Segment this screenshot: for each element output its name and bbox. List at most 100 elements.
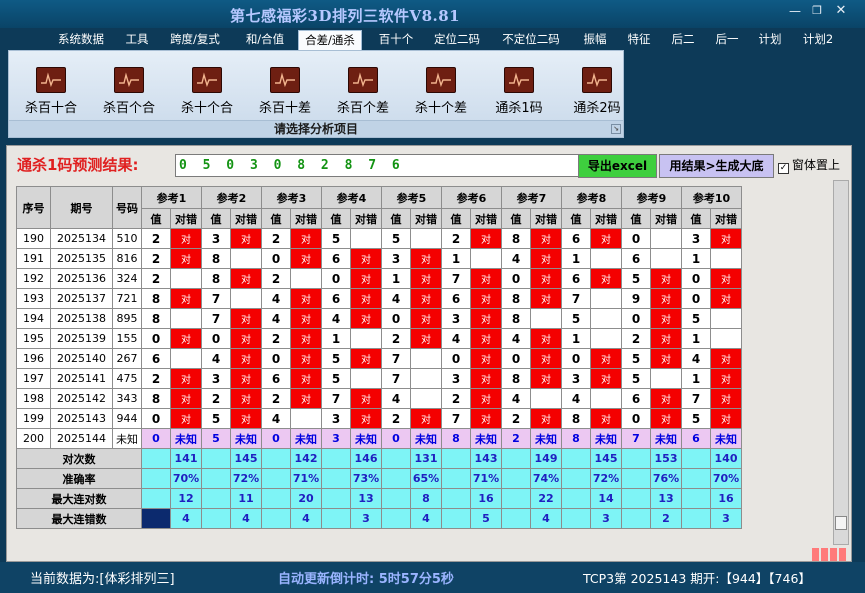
header-value: 值: [621, 208, 651, 229]
stat-spacer: [201, 468, 231, 489]
result-value-field[interactable]: 0 5 0 3 0 8 2 8 7 6: [175, 154, 579, 177]
restore-icon[interactable]: ❐: [808, 4, 826, 18]
cell-seq: 191: [16, 248, 51, 269]
stat-label: 最大连错数: [16, 508, 142, 529]
cell-hit: 对: [590, 268, 622, 289]
cell-number: 324: [112, 268, 142, 289]
table-row[interactable]: 198 2025142 343 8 对 2 对 2 对 7 对 4 2 对 4 4 6 对 7 对: [16, 388, 742, 409]
prediction-row[interactable]: 200 2025144 未知 0 未知 5 未知 0 未知 3 未知 0 未知 8 未知 2 未知 8 未知 7 未知 6…: [16, 428, 742, 449]
export-excel-button[interactable]: 导出excel: [578, 154, 657, 178]
cell-value: 3: [441, 308, 471, 329]
cell-value: 4: [441, 328, 471, 349]
cell-value: 0: [441, 348, 471, 369]
table-row[interactable]: 197 2025141 475 2 对 3 对 6 对 5 7 3 对 8 对 3 对 5 1 对: [16, 368, 742, 389]
menu-item-1[interactable]: 系统数据: [50, 30, 112, 50]
vertical-scrollbar[interactable]: [833, 180, 849, 545]
cell-seq: 194: [16, 308, 51, 329]
cell-value: 1: [681, 328, 711, 349]
menu-item-4[interactable]: 和/合值: [236, 30, 294, 50]
menu-item-5[interactable]: 合差/通杀: [298, 30, 362, 50]
ribbon-button-3[interactable]: 杀十个合: [171, 67, 243, 116]
menu-item-3[interactable]: 跨度/复式: [162, 30, 228, 50]
stat-value: 72%: [230, 468, 262, 489]
cell-value: 2: [141, 248, 171, 269]
header-value: 值: [561, 208, 591, 229]
cell-hit: 对: [710, 408, 742, 429]
cell-hit: 对: [590, 408, 622, 429]
stat-spacer: [621, 488, 651, 509]
table-row[interactable]: 190 2025134 510 2 对 3 对 2 对 5 5 2 对 8 对 6 对 0 3 对: [16, 228, 742, 249]
close-icon[interactable]: ✕: [832, 4, 850, 18]
stat-value: 8: [410, 488, 442, 509]
cell-seq: 200: [16, 428, 51, 449]
menu-item-13[interactable]: 计划: [752, 30, 788, 50]
cell-value: 2: [261, 268, 291, 289]
stat-value: 140: [710, 448, 742, 469]
menu-item-7[interactable]: 定位二码: [426, 30, 488, 50]
cell-predict-value: 8: [561, 428, 591, 449]
cell-miss: [230, 288, 262, 309]
cell-value: 6: [621, 388, 651, 409]
cell-miss: [170, 308, 202, 329]
cell-hit: 对: [650, 288, 682, 309]
cell-seq: 196: [16, 348, 51, 369]
menu-item-10[interactable]: 特征: [620, 30, 658, 50]
cell-value: 5: [381, 228, 411, 249]
cell-value: 3: [681, 228, 711, 249]
header-ref-5: 参考5: [381, 186, 442, 209]
cell-value: 4: [501, 328, 531, 349]
ribbon-button-8[interactable]: 通杀2码: [561, 67, 633, 116]
table-row[interactable]: 195 2025139 155 0 对 0 对 2 对 1 2 对 4 对 4 对 1 2 对 1: [16, 328, 742, 349]
ribbon-button-6[interactable]: 杀十个差: [405, 67, 477, 116]
menu-item-6[interactable]: 百十个: [372, 30, 420, 50]
menu-item-11[interactable]: 后二: [664, 30, 702, 50]
table-row[interactable]: 191 2025135 816 2 对 8 0 对 6 对 3 对 1 4 对 1 6 1: [16, 248, 742, 269]
topmost-checkbox[interactable]: ✓ 窗体置上: [778, 156, 840, 174]
stat-row: 最大连错数 4 4 4 3 4 5 4 3 2 3: [16, 508, 742, 529]
table-row[interactable]: 192 2025136 324 2 8 对 2 0 对 1 对 7 对 0 对 6 对 5 对 0 对: [16, 268, 742, 289]
cell-value: 4: [321, 308, 351, 329]
table-row[interactable]: 196 2025140 267 6 4 对 0 对 5 对 7 0 对 0 对 0 对 5 对 4 对: [16, 348, 742, 369]
menu-item-9[interactable]: 振幅: [576, 30, 614, 50]
cell-hit: 对: [530, 368, 562, 389]
cell-value: 0: [561, 348, 591, 369]
stat-spacer: [141, 468, 171, 489]
stat-spacer: [621, 508, 651, 529]
ribbon-button-5[interactable]: 杀百个差: [327, 67, 399, 116]
menu-item-12[interactable]: 后一: [708, 30, 746, 50]
table-row[interactable]: 194 2025138 895 8 7 对 4 对 4 对 0 对 3 对 8 5 0 对 5: [16, 308, 742, 329]
cell-miss: [350, 328, 382, 349]
cell-value: 0: [261, 348, 291, 369]
header-ref-4: 参考4: [321, 186, 382, 209]
stat-label: 对次数: [16, 448, 142, 469]
app-title: 第七感福彩3D排列三软件V8.81: [230, 7, 461, 25]
minimize-icon[interactable]: —: [786, 4, 804, 18]
checkbox-check-icon[interactable]: ✓: [778, 163, 789, 174]
cell-value: 2: [381, 328, 411, 349]
menu-item-14[interactable]: 计划2: [796, 30, 840, 50]
ribbon-button-label: 杀百十合: [24, 101, 77, 116]
dialog-launcher-icon[interactable]: ↘: [611, 124, 621, 134]
cell-seq: 190: [16, 228, 51, 249]
generate-base-button[interactable]: 用结果>生成大底: [659, 154, 774, 178]
stat-value: 143: [470, 448, 502, 469]
ribbon-button-4[interactable]: 杀百十差: [249, 67, 321, 116]
table-row[interactable]: 193 2025137 721 8 对 7 4 对 6 对 4 对 6 对 8 对 7 9 对 0 对: [16, 288, 742, 309]
cell-miss: [590, 288, 622, 309]
ribbon-button-1[interactable]: 杀百十合: [15, 67, 87, 116]
cell-period: 2025139: [50, 328, 113, 349]
cell-period: 2025141: [50, 368, 113, 389]
ribbon-button-2[interactable]: 杀百个合: [93, 67, 165, 116]
cell-miss: [650, 248, 682, 269]
menu-item-8[interactable]: 不定位二码: [494, 30, 568, 50]
scrollbar-thumb[interactable]: [835, 516, 847, 530]
stat-spacer: [501, 448, 531, 469]
cell-miss: [650, 228, 682, 249]
resize-grip-icon[interactable]: [812, 546, 850, 561]
cell-period: 2025138: [50, 308, 113, 329]
table-row[interactable]: 199 2025143 944 0 对 5 对 4 3 对 2 对 7 对 2 对 8 对 0 对 5 对: [16, 408, 742, 429]
cell-value: 2: [441, 228, 471, 249]
menu-item-2[interactable]: 工具: [118, 30, 156, 50]
ribbon-button-7[interactable]: 通杀1码: [483, 67, 555, 116]
cell-value: 8: [201, 268, 231, 289]
